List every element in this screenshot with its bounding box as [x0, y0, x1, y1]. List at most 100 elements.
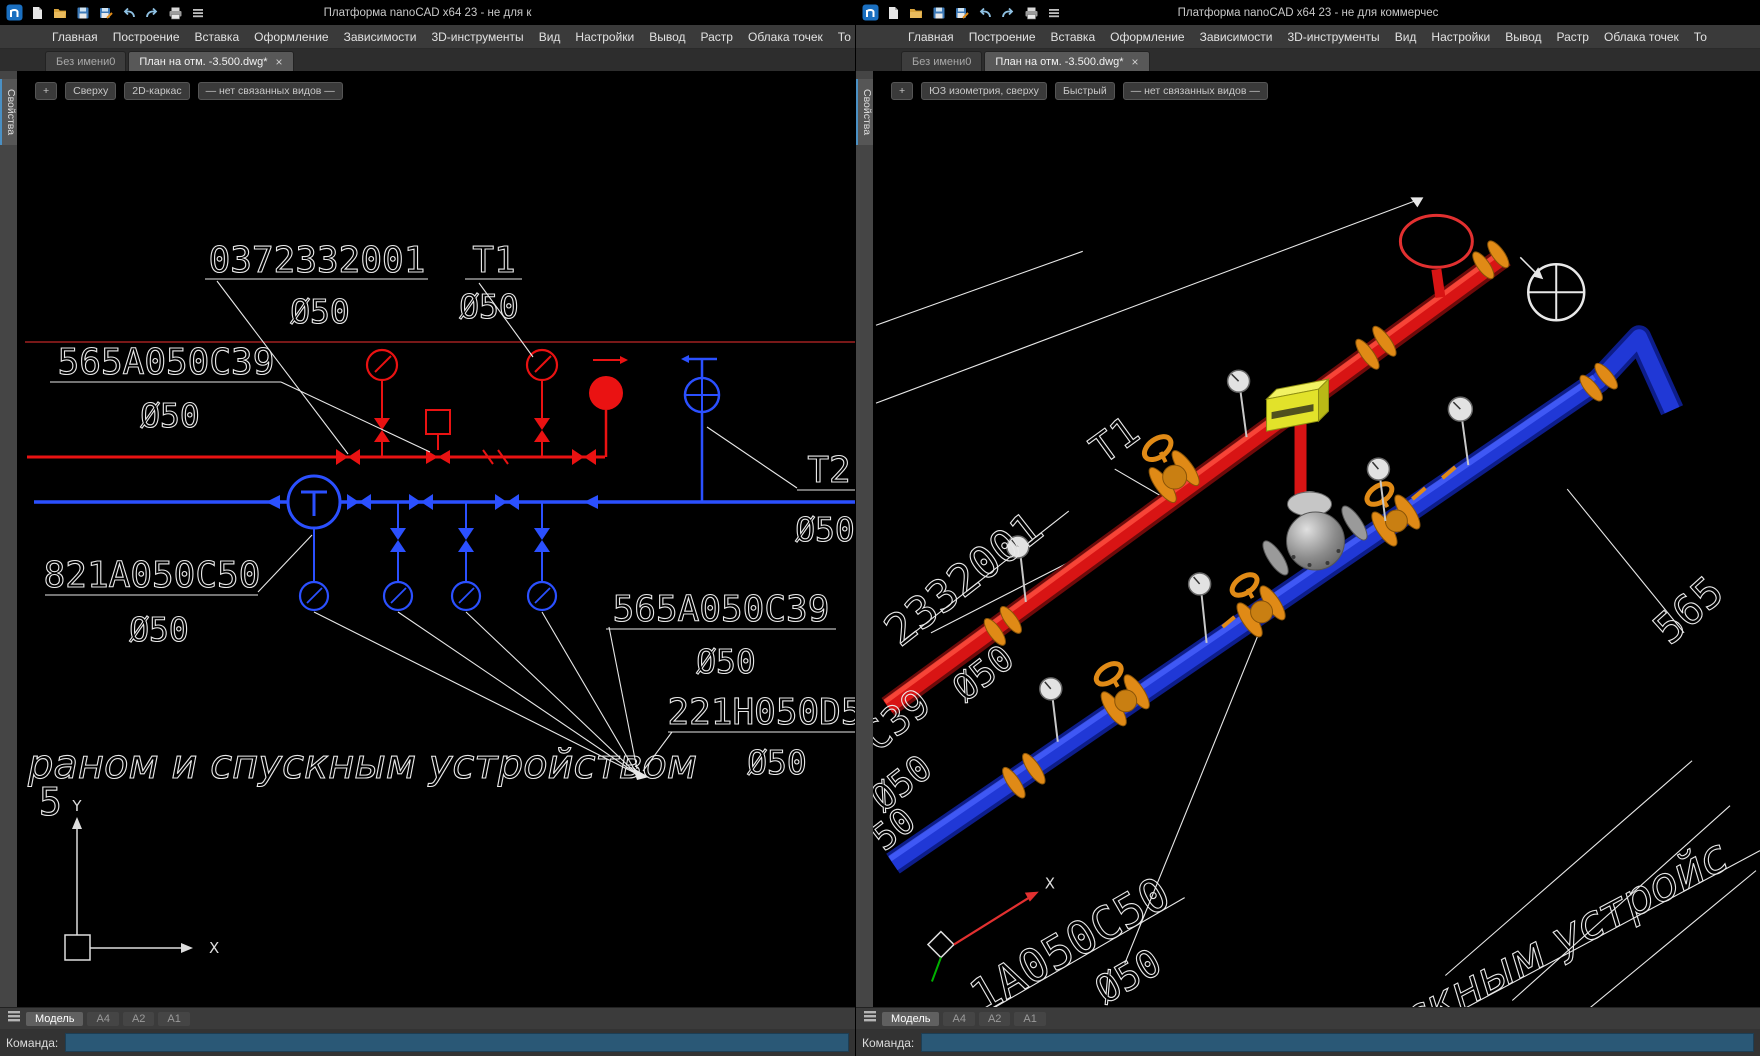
- menu-item-glavnaya[interactable]: Главная: [52, 30, 98, 44]
- sheet-tab-a1[interactable]: А1: [1014, 1012, 1045, 1026]
- viewport-links-chip[interactable]: — нет связанных видов —: [1123, 82, 1268, 100]
- doc-tab-active[interactable]: План на отм. -3.500.dwg*×: [128, 51, 293, 71]
- viewport-plus-button[interactable]: +: [891, 82, 913, 100]
- properties-panel-tab[interactable]: Свойства: [856, 79, 873, 145]
- drawing-canvas-3d[interactable]: + ЮЗ изометрия, сверху Быстрый — нет свя…: [873, 71, 1760, 1007]
- pipe-label-1-id: 0372332001: [209, 240, 426, 281]
- open-folder-icon[interactable]: [907, 4, 925, 22]
- menu-item-vyvod[interactable]: Вывод: [1505, 30, 1541, 44]
- pipe-label-4-id: 821A050C50: [44, 555, 261, 596]
- menu-item-vid[interactable]: Вид: [539, 30, 561, 44]
- sheet-tab-model[interactable]: Модель: [882, 1012, 939, 1026]
- menu-item-vyvod[interactable]: Вывод: [649, 30, 685, 44]
- sheet-list-icon[interactable]: [862, 1009, 878, 1028]
- tab-close-icon[interactable]: ×: [275, 56, 282, 68]
- sheet-tab-a2[interactable]: А2: [123, 1012, 154, 1026]
- pipe-label-3-id: 565A050C39: [58, 342, 275, 383]
- menu-item-vstavka[interactable]: Вставка: [195, 30, 240, 44]
- viewport-style-chip[interactable]: Быстрый: [1055, 82, 1115, 100]
- menu-item-rastr[interactable]: Растр: [701, 30, 733, 44]
- command-input[interactable]: [921, 1033, 1754, 1052]
- new-file-icon[interactable]: [884, 4, 902, 22]
- menu-item-3d-instrumenty[interactable]: 3D-инструменты: [431, 30, 523, 44]
- menu-item-nastroyki[interactable]: Настройки: [1431, 30, 1490, 44]
- menu-item-oblaka-tochek[interactable]: Облака точек: [1604, 30, 1679, 44]
- menu-item-zavisimosti[interactable]: Зависимости: [344, 30, 417, 44]
- quick-access-toolbar: [856, 4, 1063, 22]
- viewport-plus-button[interactable]: +: [35, 82, 57, 100]
- doc-tabbar: Без имени0 План на отм. -3.500.dwg*×: [0, 49, 855, 71]
- menu-item-postroenie[interactable]: Построение: [113, 30, 180, 44]
- axis-x-label: X: [209, 939, 219, 957]
- menu-item-oblaka-tochek[interactable]: Облака точек: [748, 30, 823, 44]
- undo-icon[interactable]: [120, 4, 138, 22]
- sheet-tab-model[interactable]: Модель: [26, 1012, 83, 1026]
- undo-icon[interactable]: [976, 4, 994, 22]
- sheet-tab-a4[interactable]: А4: [87, 1012, 118, 1026]
- menu-item-vstavka[interactable]: Вставка: [1051, 30, 1096, 44]
- menu-icon[interactable]: [1045, 4, 1063, 22]
- menu-item-to[interactable]: То: [838, 30, 851, 44]
- menu-item-nastroyki[interactable]: Настройки: [575, 30, 634, 44]
- viewport-style-chip[interactable]: 2D-каркас: [124, 82, 189, 100]
- nanocad-logo[interactable]: [5, 4, 23, 22]
- sheet-list-icon[interactable]: [6, 1009, 22, 1028]
- print-icon[interactable]: [1022, 4, 1040, 22]
- axis-y-label: Y: [71, 797, 82, 815]
- redo-icon[interactable]: [999, 4, 1017, 22]
- drawing-2d[interactable]: 0372332001 Ø50 T1 Ø50 565A050C39 Ø50 821…: [17, 71, 855, 1007]
- save-icon[interactable]: [930, 4, 948, 22]
- menu-icon[interactable]: [189, 4, 207, 22]
- pipe-label-7-dia: Ø50: [747, 743, 807, 782]
- command-bar: Команда:: [0, 1029, 855, 1056]
- tab-close-icon[interactable]: ×: [1131, 56, 1138, 68]
- viewport-links-chip[interactable]: — нет связанных видов —: [198, 82, 343, 100]
- menu-item-glavnaya[interactable]: Главная: [908, 30, 954, 44]
- sheet-tab-a1[interactable]: А1: [158, 1012, 189, 1026]
- properties-strip: Свойства: [856, 71, 873, 1007]
- nanocad-logo[interactable]: [861, 4, 879, 22]
- menu-item-oformlenie[interactable]: Оформление: [1110, 30, 1184, 44]
- label-c39: C39: [873, 680, 940, 761]
- detail-number: 5: [39, 780, 62, 824]
- doc-tab-active[interactable]: План на отм. -3.500.dwg*×: [984, 51, 1149, 71]
- drawing-3d[interactable]: T1 2332001 Ø50 C39 Ø50 50 1A050C50 Ø50 5…: [873, 71, 1760, 1007]
- sheet-tabbar: Модель А4 А2 А1: [856, 1007, 1760, 1029]
- open-folder-icon[interactable]: [51, 4, 69, 22]
- command-input[interactable]: [65, 1033, 849, 1052]
- main-area: Свойства + ЮЗ изометрия, сверху Быстрый …: [856, 71, 1760, 1007]
- save-icon[interactable]: [74, 4, 92, 22]
- menu-item-to[interactable]: То: [1694, 30, 1707, 44]
- new-file-icon[interactable]: [28, 4, 46, 22]
- save-as-icon[interactable]: [953, 4, 971, 22]
- save-as-icon[interactable]: [97, 4, 115, 22]
- titlebar: Платформа nanoCAD x64 23 - не для к: [0, 0, 855, 25]
- doc-tab-untitled[interactable]: Без имени0: [901, 51, 982, 71]
- viewport-controls: + Сверху 2D-каркас — нет связанных видов…: [35, 82, 343, 100]
- pipe-label-6-id: 565A050C39: [613, 589, 830, 630]
- sheet-tab-a2[interactable]: А2: [979, 1012, 1010, 1026]
- command-prompt-label: Команда:: [6, 1036, 58, 1050]
- menu-item-rastr[interactable]: Растр: [1557, 30, 1589, 44]
- menu-item-3d-instrumenty[interactable]: 3D-инструменты: [1287, 30, 1379, 44]
- pipe-label-5-dia: Ø50: [795, 510, 855, 549]
- main-area: Свойства + Сверху 2D-каркас — нет связан…: [0, 71, 855, 1007]
- menu-item-zavisimosti[interactable]: Зависимости: [1200, 30, 1273, 44]
- pipe-label-3-dia: Ø50: [140, 396, 200, 435]
- doc-tab-untitled[interactable]: Без имени0: [45, 51, 126, 71]
- menubar: Главная Построение Вставка Оформление За…: [856, 25, 1760, 49]
- menu-item-postroenie[interactable]: Построение: [969, 30, 1036, 44]
- doc-tabbar: Без имени0 План на отм. -3.500.dwg*×: [856, 49, 1760, 71]
- menu-item-oformlenie[interactable]: Оформление: [254, 30, 328, 44]
- redo-icon[interactable]: [143, 4, 161, 22]
- menu-item-vid[interactable]: Вид: [1395, 30, 1417, 44]
- annotation-layer: 0372332001 Ø50 T1 Ø50 565A050C39 Ø50 821…: [27, 240, 855, 824]
- viewport-view-chip[interactable]: ЮЗ изометрия, сверху: [921, 82, 1047, 100]
- print-icon[interactable]: [166, 4, 184, 22]
- properties-panel-tab[interactable]: Свойства: [0, 79, 17, 145]
- drawing-canvas-2d[interactable]: + Сверху 2D-каркас — нет связанных видов…: [17, 71, 855, 1007]
- regulator-valve: [1259, 491, 1372, 578]
- sheet-tab-a4[interactable]: А4: [943, 1012, 974, 1026]
- label-565: 565: [1644, 567, 1733, 654]
- viewport-view-chip[interactable]: Сверху: [65, 82, 116, 100]
